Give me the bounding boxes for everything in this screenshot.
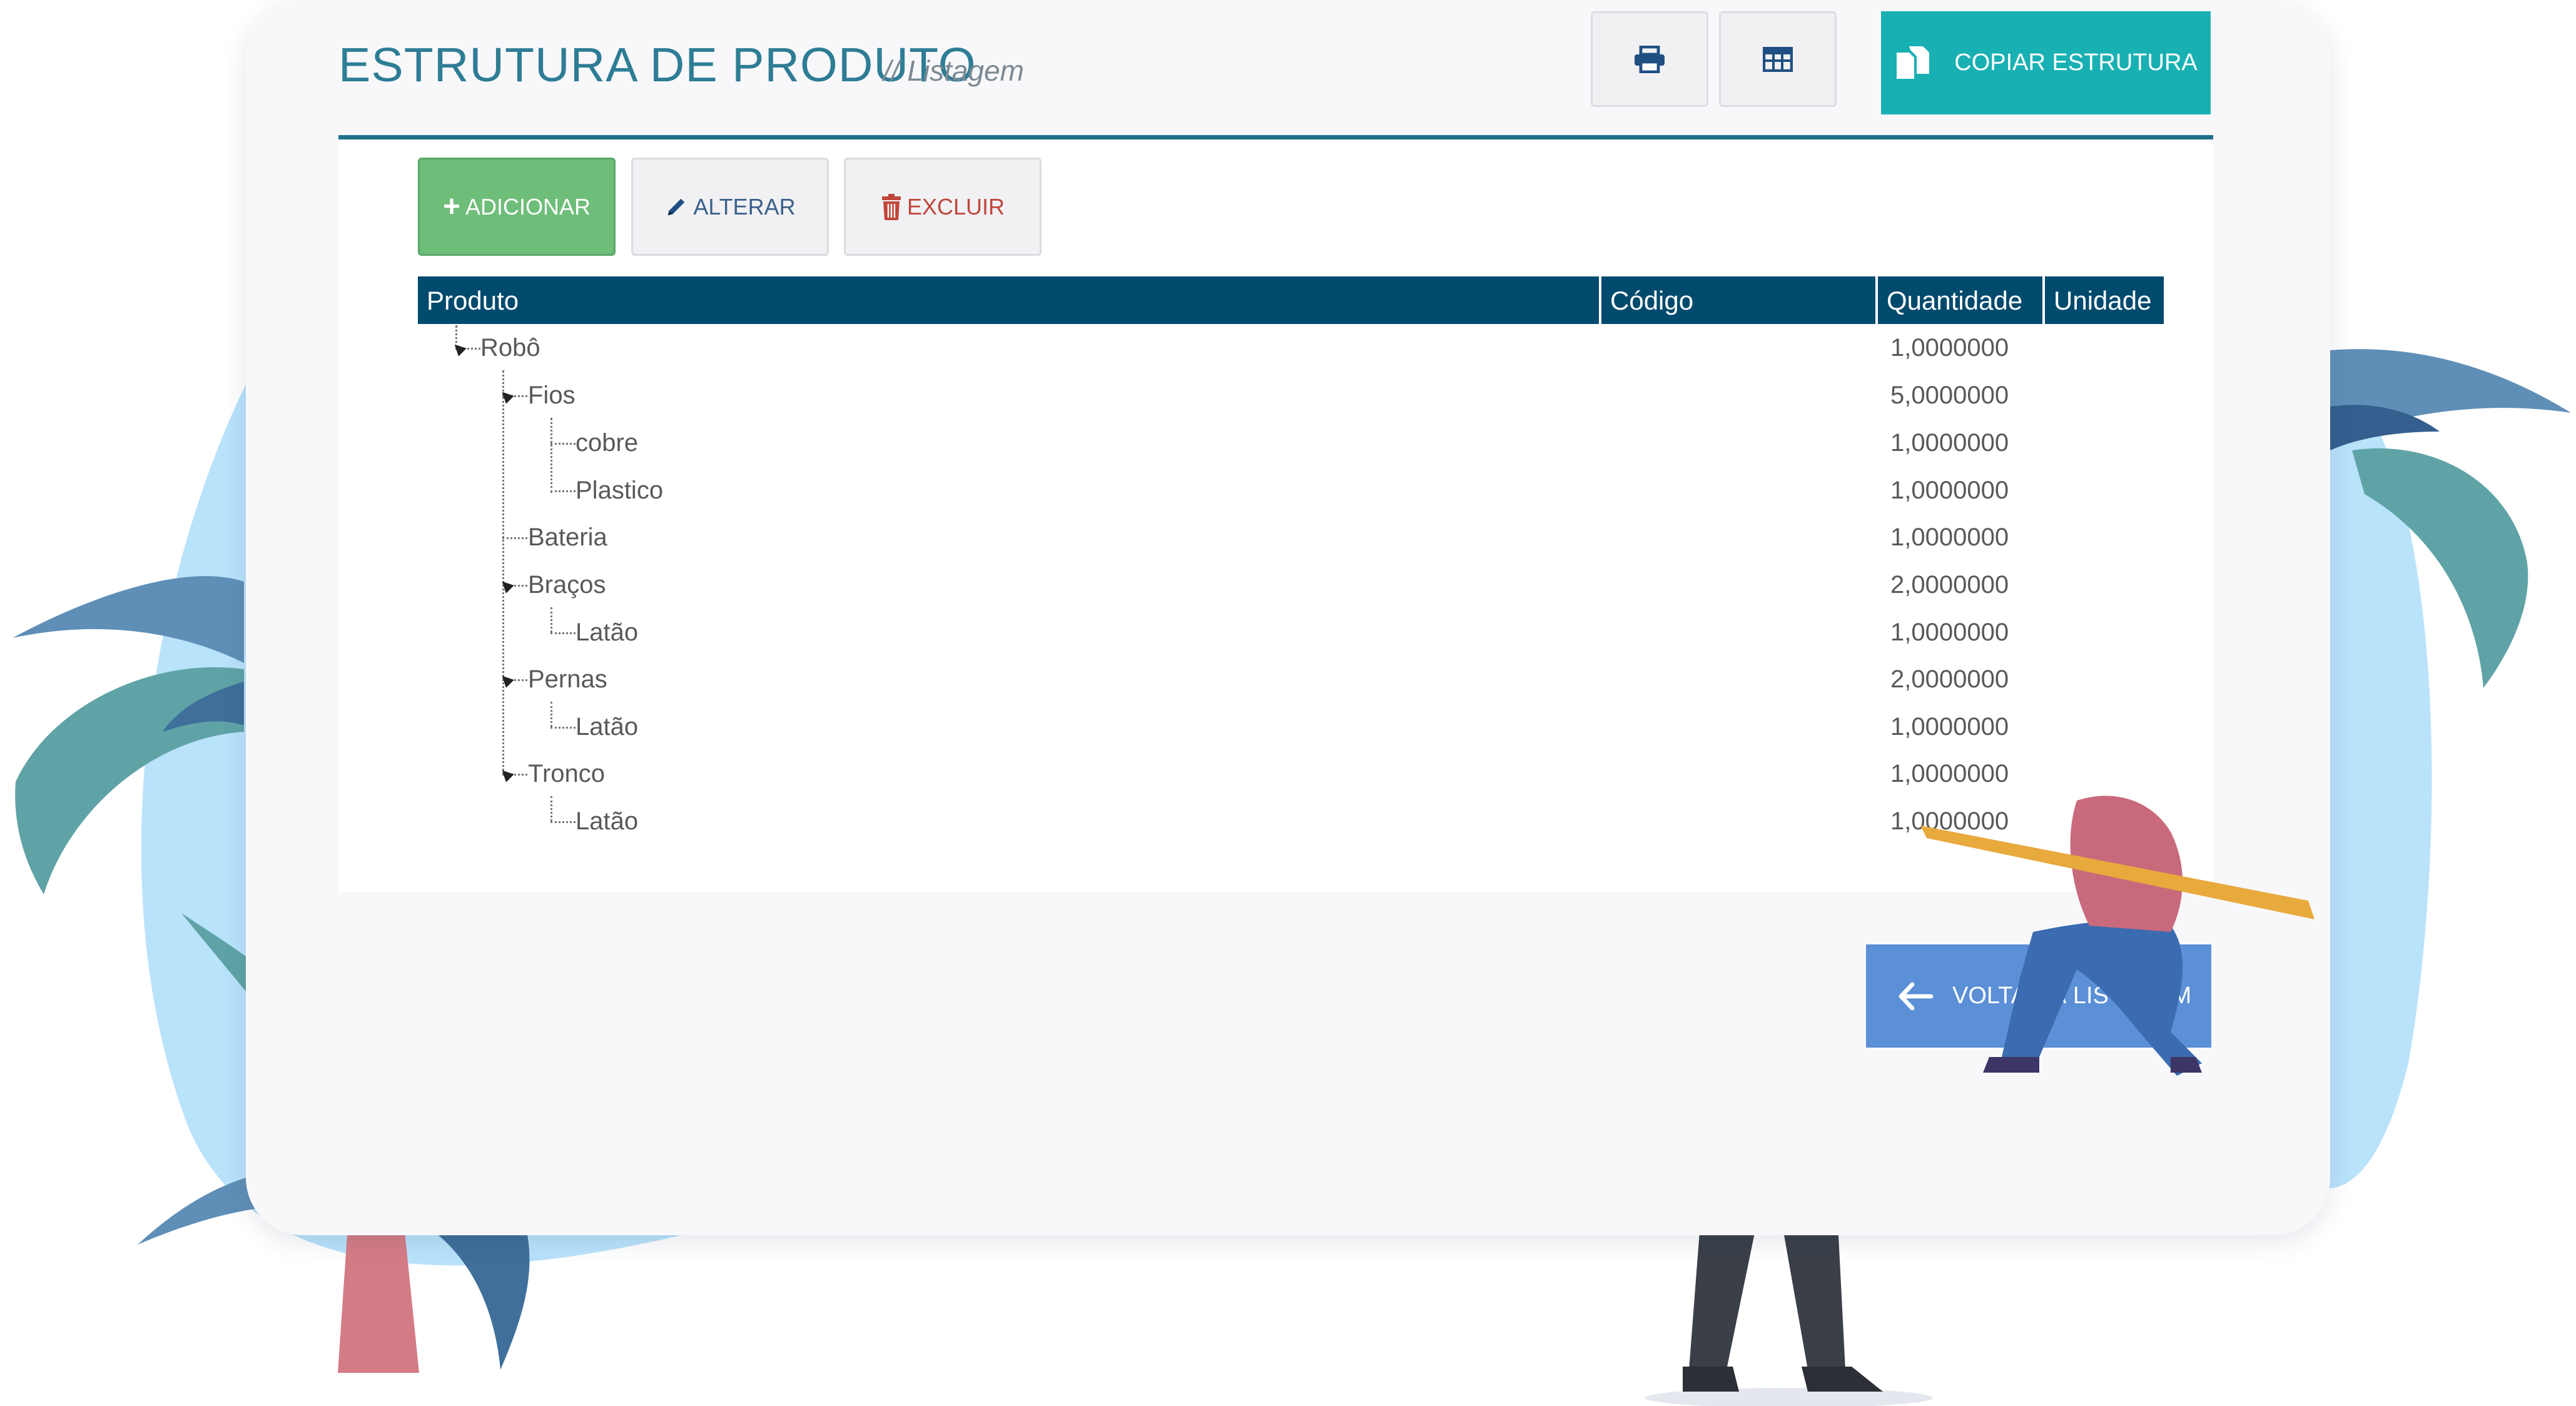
delete-button[interactable]: EXCLUIR [844,158,1042,256]
quantity: 1,0000000 [1890,334,2009,362]
table-row[interactable]: cobre 1,0000000 [418,419,2164,467]
quantity: 1,0000000 [1890,807,2009,835]
arrow-left-icon [1899,982,1934,1010]
copy-icon [1897,46,1930,79]
product-name: Fios [528,382,576,409]
product-name: Braços [528,571,606,599]
collapse-toggle-icon[interactable] [498,388,514,404]
trash-icon [881,193,901,220]
quantity: 1,0000000 [1890,619,2009,646]
quantity: 2,0000000 [1890,665,2009,693]
delete-label: EXCLUIR [906,193,1005,220]
table-row[interactable]: Braços 2,0000000 [418,561,2164,609]
column-header-unidade[interactable]: Unidade [2042,276,2164,324]
table-header: Produto Código Quantidade Unidade [418,276,2164,324]
product-name: Plastico [576,477,664,504]
copy-structure-label: COPIAR ESTRUTURA [1954,49,2198,76]
quantity: 1,0000000 [1890,713,2009,741]
page-title: ESTRUTURA DE PRODUTO [338,38,976,92]
table-row[interactable]: Bateria 1,0000000 [418,513,2164,561]
table-row[interactable]: Robô 1,0000000 [418,324,2164,372]
collapse-toggle-icon[interactable] [498,577,514,594]
product-name: Latão [576,713,639,741]
quantity: 1,0000000 [1890,477,2009,504]
column-header-codigo[interactable]: Código [1599,276,1875,324]
page-subtitle: // Listagem [883,54,1024,87]
printer-icon [1635,45,1665,73]
man-shoes [1683,1367,1883,1392]
add-button[interactable]: + ADICIONAR [418,158,616,256]
collapse-toggle-icon[interactable] [498,766,514,782]
table-view-button[interactable] [1719,11,1837,107]
edit-button[interactable]: ALTERAR [631,158,829,256]
product-name: Pernas [528,665,607,693]
quantity: 5,0000000 [1890,382,2009,409]
product-name: Bateria [528,523,607,551]
title-divider [338,135,2213,139]
table-row[interactable]: Latão 1,0000000 [418,609,2164,656]
back-to-listing-button[interactable]: VOLTAR À LISTAGEM [1866,944,2211,1048]
table-row[interactable]: Fios 5,0000000 [418,372,2164,419]
product-name: Latão [576,619,639,646]
quantity: 2,0000000 [1890,571,2009,599]
quantity: 1,0000000 [1890,429,2009,457]
product-name: Latão [576,807,639,835]
plus-icon: + [442,190,460,223]
back-to-listing-label: VOLTAR À LISTAGEM [1952,983,2192,1009]
table-row[interactable]: Latão 1,0000000 [418,703,2164,751]
collapse-toggle-icon[interactable] [450,340,467,357]
quantity: 1,0000000 [1890,760,2009,787]
copy-structure-button[interactable]: COPIAR ESTRUTURA [1881,11,2211,114]
table-row[interactable]: Plastico 1,0000000 [418,467,2164,514]
column-header-produto[interactable]: Produto [418,276,1599,324]
product-name: Tronco [528,760,606,787]
print-button[interactable] [1591,11,1708,107]
product-name: Robô [480,334,540,362]
pencil-icon [668,198,685,215]
quantity: 1,0000000 [1890,523,2009,551]
product-name: cobre [576,429,639,457]
add-label: ADICIONAR [465,193,591,220]
edit-label: ALTERAR [693,193,796,220]
collapse-toggle-icon[interactable] [498,672,514,688]
table-row[interactable]: Pernas 2,0000000 [418,655,2164,703]
column-header-quantidade[interactable]: Quantidade [1875,276,2042,324]
grid-icon [1763,46,1793,72]
table-row[interactable]: Latão 1,0000000 [418,797,2164,845]
table-row[interactable]: Tronco 1,0000000 [418,750,2164,797]
